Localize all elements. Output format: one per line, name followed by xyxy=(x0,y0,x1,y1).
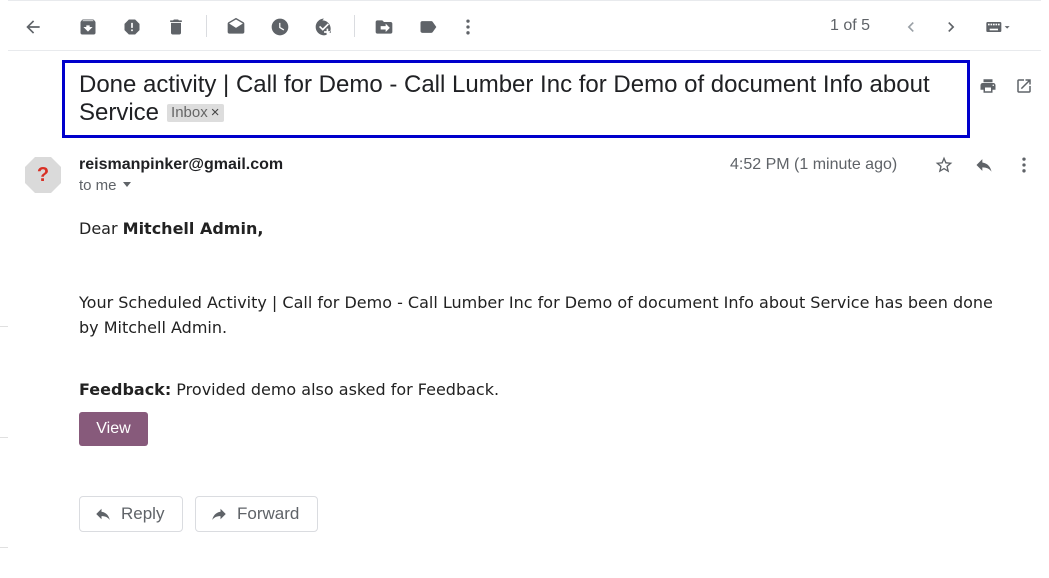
toolbar-top-divider xyxy=(8,0,1041,1)
sender-avatar: ? xyxy=(24,156,62,194)
delete-icon[interactable] xyxy=(160,11,192,43)
edge-divider xyxy=(0,547,8,548)
back-arrow-icon[interactable] xyxy=(17,11,49,43)
recipient-details-toggle[interactable]: to me xyxy=(79,177,131,194)
toolbar-separator xyxy=(354,15,355,37)
toolbar: 1 of 5 xyxy=(0,0,1049,54)
move-to-icon[interactable] xyxy=(368,11,400,43)
open-in-new-window-icon[interactable] xyxy=(1012,74,1036,98)
reply-button[interactable]: Reply xyxy=(79,496,183,532)
recipient-label: to me xyxy=(79,177,117,194)
archive-icon[interactable] xyxy=(72,11,104,43)
add-task-icon[interactable] xyxy=(308,11,340,43)
snooze-icon[interactable] xyxy=(264,11,296,43)
greeting: Dear Mitchell Admin, xyxy=(79,216,263,241)
more-vert-icon[interactable] xyxy=(1012,153,1036,177)
inbox-label-chip[interactable]: Inbox × xyxy=(167,104,224,122)
label-icon[interactable] xyxy=(412,11,444,43)
forward-label: Forward xyxy=(237,504,300,523)
toolbar-separator xyxy=(206,15,207,37)
reply-icon[interactable] xyxy=(972,153,996,177)
edge-divider xyxy=(0,437,8,438)
avatar-glyph: ? xyxy=(36,163,50,186)
feedback-text: Provided demo also asked for Feedback. xyxy=(171,380,500,399)
feedback-label: Feedback: xyxy=(79,380,172,399)
forward-button[interactable]: Forward xyxy=(195,496,318,532)
email-subject: Done activity | Call for Demo - Call Lum… xyxy=(79,71,949,127)
activity-message: Your Scheduled Activity | Call for Demo … xyxy=(79,293,993,337)
chevron-down-icon xyxy=(122,182,131,187)
report-spam-icon[interactable] xyxy=(116,11,148,43)
more-vert-icon[interactable] xyxy=(452,11,484,43)
remove-label-icon[interactable]: × xyxy=(211,104,220,121)
greeting-prefix: Dear xyxy=(79,219,123,238)
older-icon[interactable] xyxy=(895,11,927,43)
label-name: Inbox xyxy=(171,104,208,121)
view-button[interactable]: View xyxy=(79,412,148,446)
star-icon[interactable] xyxy=(932,153,956,177)
reply-label: Reply xyxy=(121,504,165,523)
forward-icon xyxy=(212,508,226,520)
pagination-count: 1 of 5 xyxy=(830,17,871,34)
mark-unread-icon[interactable] xyxy=(220,11,252,43)
keyboard-icon[interactable] xyxy=(978,11,1018,43)
sender-email[interactable]: reismanpinker@gmail.com xyxy=(79,156,283,174)
toolbar-bottom-divider xyxy=(8,50,1041,51)
greeting-name: Mitchell Admin, xyxy=(122,219,264,238)
reply-icon xyxy=(96,508,110,520)
print-icon[interactable] xyxy=(976,74,1000,98)
subject-highlight-box: Done activity | Call for Demo - Call Lum… xyxy=(62,60,970,138)
feedback-line: Feedback: Provided demo also asked for F… xyxy=(79,377,499,402)
edge-divider xyxy=(0,326,8,327)
message-time: 4:52 PM (1 minute ago) xyxy=(730,156,898,173)
newer-icon[interactable] xyxy=(935,11,967,43)
